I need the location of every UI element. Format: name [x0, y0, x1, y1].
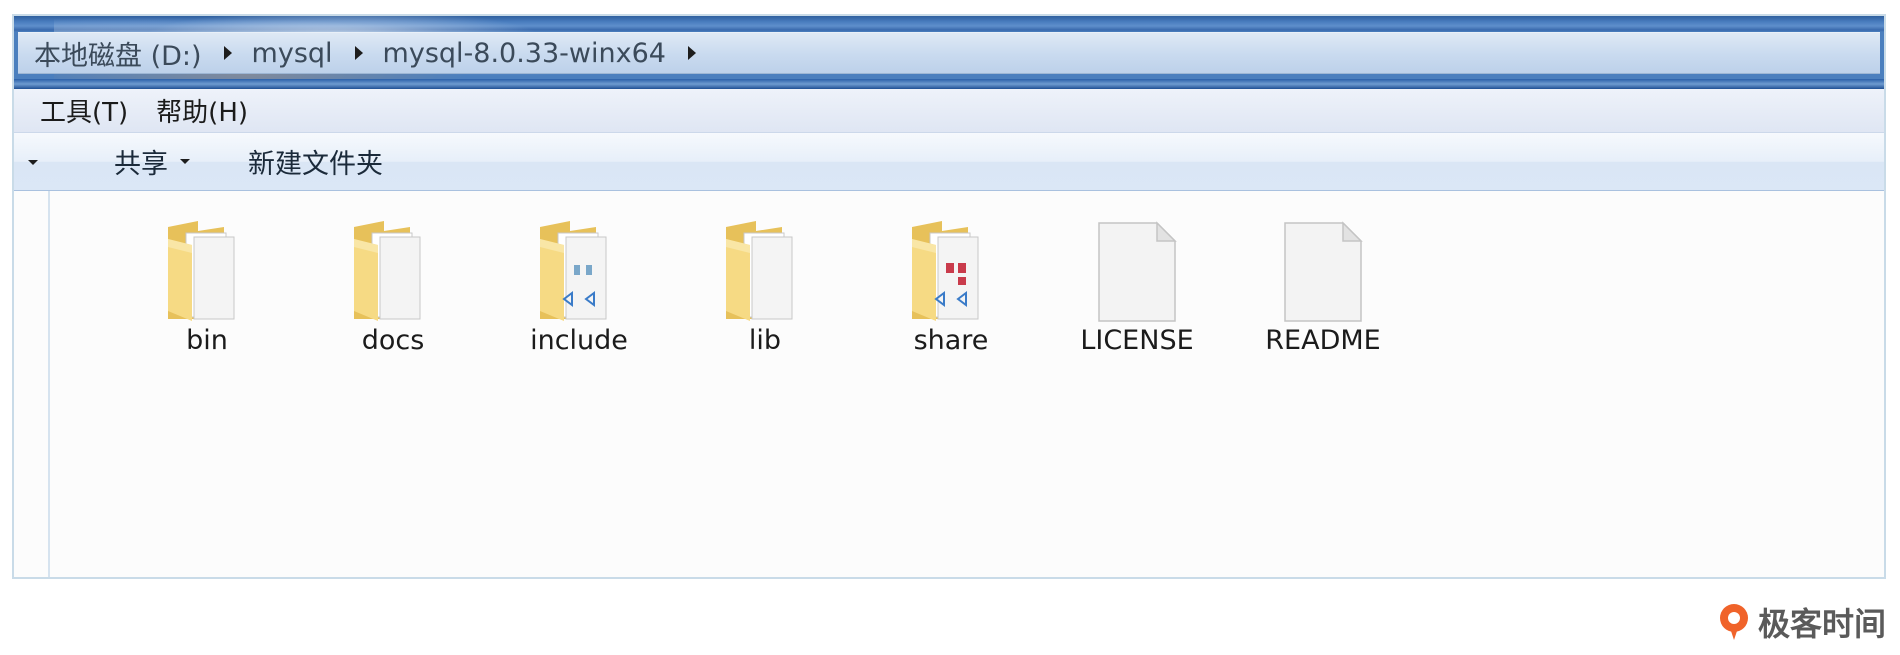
document-icon	[1284, 221, 1363, 322]
file-name: README	[1265, 325, 1381, 356]
title-bar-stripe	[14, 79, 1884, 89]
share-button[interactable]: 共享	[114, 142, 190, 181]
file-item-readme[interactable]: README	[1230, 211, 1416, 356]
file-item-lib[interactable]: lib	[672, 211, 858, 356]
file-item-docs[interactable]: docs	[300, 211, 486, 356]
explorer-window: 本地磁盘 (D:) mysql mysql-8.0.33-winx64 工具(T…	[12, 14, 1886, 579]
folder-icon	[168, 221, 235, 321]
breadcrumb-mysql[interactable]: mysql	[250, 38, 335, 69]
menu-tools[interactable]: 工具(T)	[40, 92, 128, 129]
file-list-area[interactable]: bin docs include lib share LICENSE READM…	[14, 191, 1884, 577]
breadcrumb-arrow-icon[interactable]	[223, 46, 232, 60]
file-item-license[interactable]: LICENSE	[1044, 211, 1230, 356]
folder-icon	[726, 221, 793, 321]
file-item-bin[interactable]: bin	[114, 211, 300, 356]
geektime-watermark: 极客时间	[1716, 599, 1886, 645]
chevron-down-icon	[180, 159, 190, 164]
command-bar: 共享 新建文件夹	[14, 133, 1884, 191]
file-item-include[interactable]: include	[486, 211, 672, 356]
folder-code-icon	[912, 221, 979, 321]
folder-icon	[354, 221, 421, 321]
file-name: lib	[748, 325, 782, 356]
file-name: include	[530, 325, 628, 356]
menu-bar: 工具(T) 帮助(H)	[14, 89, 1884, 133]
address-bar[interactable]: 本地磁盘 (D:) mysql mysql-8.0.33-winx64	[18, 32, 1880, 74]
chevron-down-icon	[28, 160, 38, 165]
navigation-pane-divider[interactable]	[48, 191, 50, 577]
share-label: 共享	[114, 149, 168, 180]
geektime-logo-icon	[1719, 604, 1748, 640]
file-name: docs	[361, 325, 425, 356]
organize-dropdown-button[interactable]	[22, 140, 44, 183]
file-name: LICENSE	[1080, 325, 1194, 356]
file-name: bin	[186, 325, 228, 356]
new-folder-label: 新建文件夹	[248, 149, 383, 180]
new-folder-button[interactable]: 新建文件夹	[248, 142, 383, 181]
file-list: bin docs include lib share LICENSE READM…	[114, 211, 1416, 356]
breadcrumb-drive-d[interactable]: 本地磁盘 (D:)	[32, 34, 204, 73]
breadcrumb-arrow-icon[interactable]	[354, 46, 363, 60]
menu-help[interactable]: 帮助(H)	[156, 92, 248, 129]
folder-code-icon	[540, 221, 607, 321]
watermark-text: 极客时间	[1757, 605, 1886, 643]
document-icon	[1098, 221, 1177, 322]
file-name: share	[913, 325, 989, 356]
breadcrumb-mysql-winx64[interactable]: mysql-8.0.33-winx64	[381, 38, 668, 69]
title-bar: 本地磁盘 (D:) mysql mysql-8.0.33-winx64	[14, 16, 1884, 89]
breadcrumb-arrow-icon[interactable]	[687, 46, 696, 60]
file-item-share[interactable]: share	[858, 211, 1044, 356]
